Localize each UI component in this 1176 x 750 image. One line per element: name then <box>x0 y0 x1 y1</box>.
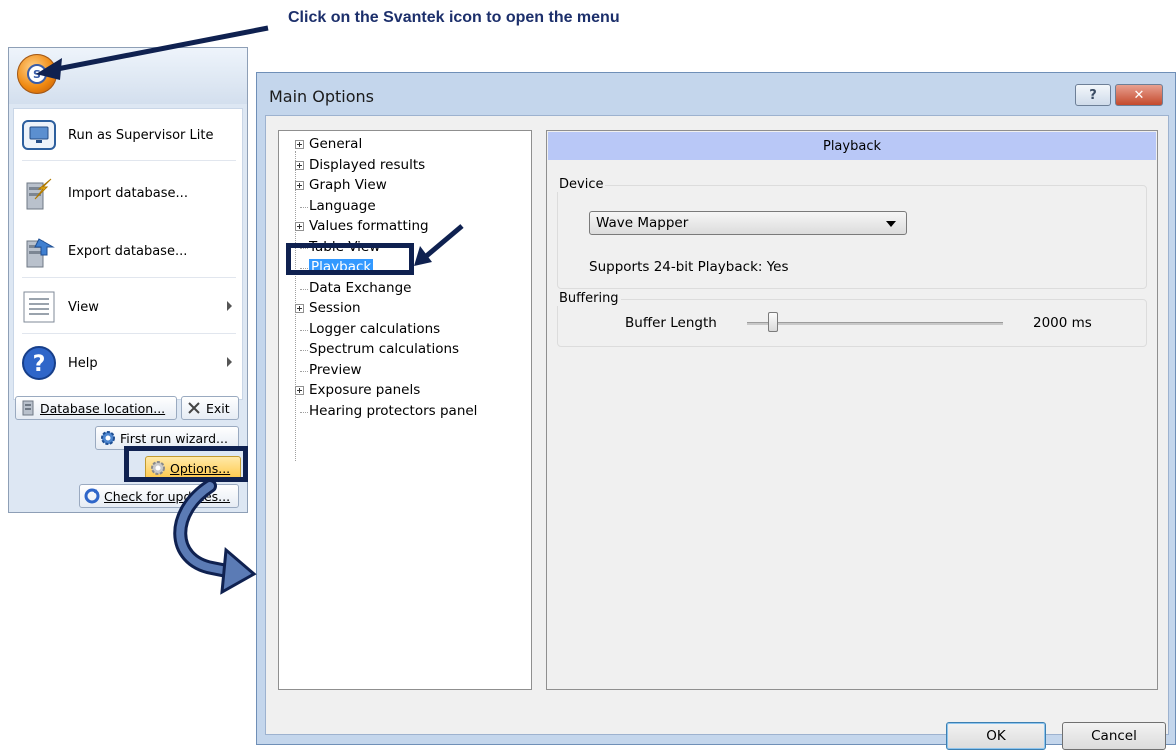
orb-pointer-arrowhead-icon <box>36 58 62 80</box>
playback-pointer-arrow-icon <box>422 224 464 260</box>
annotation-arrows <box>36 25 464 595</box>
orb-pointer-arrow-icon <box>51 25 269 73</box>
curved-arrowhead-icon <box>220 546 257 595</box>
